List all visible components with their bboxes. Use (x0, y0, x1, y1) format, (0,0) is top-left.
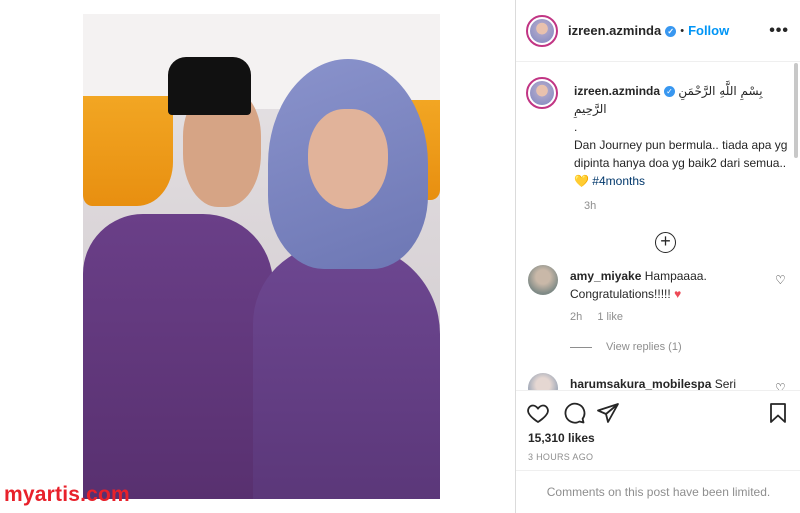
likes-count[interactable]: 15,310 likes (528, 431, 595, 445)
avatar[interactable] (526, 14, 558, 47)
caption-text: izreen.azminda ✓ بِسْمِ اللَّهِ الرَّحْمَ… (574, 82, 794, 190)
post-panel: izreen.azminda ✓ • Follow ••• izreen.azmi… (515, 0, 800, 513)
post-media[interactable]: • • • myartis.com (0, 0, 515, 513)
watermark: myartis.com (4, 483, 130, 506)
caption-avatar[interactable] (526, 77, 558, 109)
scrollbar[interactable] (794, 63, 798, 158)
woman-figure (253, 244, 440, 499)
comments-limited-notice: Comments on this post have been limited. (516, 470, 800, 513)
comment-body: Seri (714, 377, 737, 390)
comment-meta: 2h 1 like (570, 311, 635, 323)
comment-text: harumsakura_mobilespa Seri (570, 375, 760, 390)
comment-username[interactable]: amy_miyake (570, 269, 641, 283)
bookmark-icon[interactable] (766, 401, 790, 425)
yellow-heart-icon: 💛 (574, 174, 589, 188)
username-link[interactable]: izreen.azminda ✓ (568, 23, 677, 38)
hashtag-link[interactable]: #4months (592, 174, 645, 188)
caption-dot: . (574, 120, 578, 134)
comment-like-icon[interactable]: ♡ (775, 381, 786, 390)
verified-icon: ✓ (665, 26, 677, 37)
caption-username[interactable]: izreen.azminda (574, 84, 660, 98)
caption-body: Dan Journey pun bermula.. tiada apa yg d… (574, 138, 788, 170)
comment-time: 2h (570, 311, 583, 323)
comment-username[interactable]: harumsakura_mobilespa (570, 377, 711, 390)
post-photo: • • • (83, 14, 440, 499)
share-icon[interactable] (596, 401, 620, 425)
view-replies-button[interactable]: View replies (1) (570, 341, 682, 353)
comment-icon[interactable] (562, 401, 586, 425)
songkok-hat (168, 57, 251, 115)
heart-icon[interactable] (526, 401, 550, 425)
separator: • (680, 24, 685, 37)
man-figure (83, 214, 273, 499)
avatar[interactable] (528, 265, 558, 295)
post-header: izreen.azminda ✓ • Follow ••• (516, 0, 800, 62)
woman-face (308, 109, 388, 209)
divider (570, 346, 592, 348)
comment-text: amy_miyake Hampaaaa. Congratulations!!!!… (570, 267, 760, 303)
comment-like-icon[interactable]: ♡ (775, 273, 786, 287)
red-heart-icon: ♥ (674, 287, 682, 301)
avatar[interactable] (528, 373, 558, 390)
view-replies-label: View replies (1) (606, 341, 682, 353)
comment-likes[interactable]: 1 like (597, 311, 623, 323)
comments-section[interactable]: izreen.azminda ✓ بِسْمِ اللَّهِ الرَّحْمَ… (516, 63, 794, 390)
more-options-icon[interactable]: ••• (769, 22, 789, 40)
plus-circle-icon[interactable]: + (655, 232, 676, 253)
orange-drape-left (83, 96, 173, 206)
post-time: 3 HOURS AGO (528, 452, 594, 462)
verified-icon: ✓ (664, 86, 676, 97)
caption-time: 3h (584, 200, 597, 212)
follow-button[interactable]: Follow (688, 23, 729, 38)
action-bar: 15,310 likes 3 HOURS AGO (516, 390, 800, 470)
